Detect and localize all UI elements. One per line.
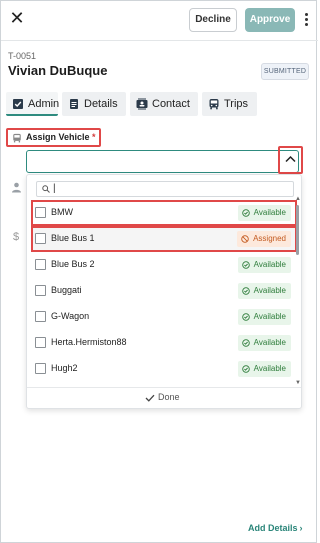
assign-vehicle-label: Assign Vehicle * [6, 128, 101, 147]
decline-button[interactable]: Decline [189, 8, 237, 32]
status-badge-assigned: Assigned [237, 231, 291, 247]
checkbox[interactable] [35, 207, 46, 218]
scrollbar-thumb[interactable] [296, 205, 299, 255]
document-icon [70, 99, 78, 109]
check-circle-icon [241, 339, 250, 347]
status-badge-available: Available [237, 309, 291, 325]
add-details-link[interactable]: Add Details › [248, 523, 303, 533]
option-bmw[interactable]: BMW Available [31, 200, 297, 226]
dropdown-search-input[interactable]: | [36, 181, 294, 197]
option-label: Blue Bus 1 [51, 233, 95, 243]
option-label: G-Wagon [51, 311, 90, 321]
option-herta-hermiston88[interactable]: Herta.Hermiston88 Available [33, 332, 295, 354]
bus-icon [209, 99, 219, 110]
check-square-icon [13, 99, 23, 109]
page-title: Vivian DuBuque [8, 63, 108, 78]
option-label: Blue Bus 2 [51, 259, 95, 269]
check-circle-icon [241, 313, 250, 321]
dollar-icon: $ [13, 231, 20, 243]
more-options-icon[interactable] [301, 11, 311, 29]
tab-trips-label: Trips [224, 98, 249, 110]
option-label: Hugh2 [51, 363, 78, 373]
check-circle-icon [241, 287, 250, 295]
option-blue-bus-1[interactable]: Blue Bus 1 Assigned [31, 226, 297, 252]
text-cursor: | [53, 183, 56, 194]
chevron-up-icon[interactable] [278, 146, 303, 174]
option-blue-bus-2[interactable]: Blue Bus 2 Available [33, 254, 295, 276]
tab-details-label: Details [84, 98, 118, 110]
close-icon[interactable]: ✕ [8, 9, 26, 27]
scroll-down-arrow-icon[interactable]: ▼ [295, 380, 301, 386]
check-circle-icon [241, 261, 250, 269]
option-label: Herta.Hermiston88 [51, 337, 127, 347]
search-icon [42, 185, 50, 193]
checkbox[interactable] [35, 233, 46, 244]
checkbox[interactable] [35, 285, 46, 296]
required-mark: * [92, 132, 96, 142]
check-circle-icon [241, 365, 250, 373]
option-label: BMW [51, 207, 73, 217]
option-label: Buggati [51, 285, 82, 295]
tab-trips[interactable]: Trips [202, 92, 257, 116]
vehicle-dropdown: | BMW Available Blue Bus 1 Assigned Blue… [26, 174, 302, 409]
option-buggati[interactable]: Buggati Available [33, 280, 295, 302]
status-badge-available: Available [237, 283, 291, 299]
tab-contact-label: Contact [152, 98, 190, 110]
contact-card-icon [136, 98, 148, 110]
blocked-icon [241, 235, 249, 243]
chevron-right-icon: › [299, 523, 303, 533]
status-badge-available: Available [237, 361, 291, 377]
tab-admin-label: Admin [28, 98, 60, 110]
status-badge-available: Available [237, 257, 291, 273]
tab-contact[interactable]: Contact [130, 92, 198, 116]
checkmark-icon [145, 394, 155, 402]
tab-admin[interactable]: Admin [6, 92, 60, 116]
top-bar: ✕ Decline Approve [1, 1, 318, 41]
checkbox[interactable] [35, 337, 46, 348]
app-window: ✕ Decline Approve T-0051 Vivian DuBuque … [0, 0, 318, 543]
assign-vehicle-select[interactable] [26, 150, 299, 173]
approve-button[interactable]: Approve [245, 8, 295, 32]
field-label-text: Assign Vehicle [26, 132, 90, 142]
done-button[interactable]: Done [145, 392, 180, 402]
checkbox[interactable] [35, 363, 46, 374]
status-badge-available: Available [237, 205, 291, 221]
add-details-label: Add Details [248, 523, 298, 533]
dropdown-footer: Done [27, 387, 301, 409]
check-circle-icon [241, 209, 250, 217]
option-hugh2[interactable]: Hugh2 Available [33, 358, 295, 380]
ticket-id: T-0051 [8, 51, 37, 61]
bus-icon [13, 133, 21, 143]
option-g-wagon[interactable]: G-Wagon Available [33, 306, 295, 328]
tab-details[interactable]: Details [62, 92, 126, 116]
done-label: Done [158, 392, 180, 402]
person-icon [12, 182, 21, 193]
status-badge: SUBMITTED [261, 63, 309, 80]
checkbox[interactable] [35, 259, 46, 270]
scroll-up-arrow-icon[interactable]: ▲ [295, 196, 301, 202]
checkbox[interactable] [35, 311, 46, 322]
status-badge-available: Available [237, 335, 291, 351]
